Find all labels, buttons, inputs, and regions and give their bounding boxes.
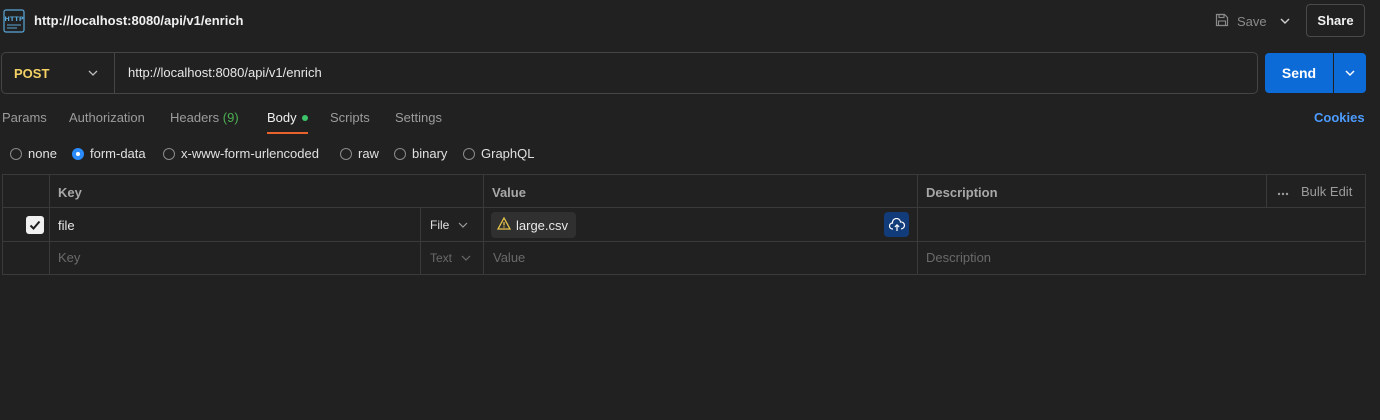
svg-text:HTTP: HTTP: [4, 15, 23, 23]
save-button[interactable]: Save: [1214, 10, 1267, 32]
cookies-link[interactable]: Cookies: [1314, 110, 1365, 125]
radio-label: raw: [358, 146, 379, 161]
radio-graphql[interactable]: GraphQL: [463, 146, 534, 161]
tab-headers[interactable]: Headers (9): [170, 110, 239, 134]
url-input[interactable]: http://localhost:8080/api/v1/enrich: [128, 65, 322, 80]
tab-settings[interactable]: Settings: [395, 110, 442, 134]
share-button[interactable]: Share: [1306, 4, 1365, 37]
radio-circle-selected: [72, 147, 84, 160]
upload-icon[interactable]: [884, 212, 909, 237]
header-key: Key: [58, 185, 82, 200]
request-title[interactable]: http://localhost:8080/api/v1/enrich: [34, 13, 244, 28]
radio-label: form-data: [90, 146, 146, 161]
file-chip[interactable]: large.csv: [491, 212, 577, 238]
radio-form-data[interactable]: form-data: [72, 146, 146, 161]
table-row: file File large.csv: [3, 208, 1365, 242]
value-input-placeholder[interactable]: Value: [493, 250, 525, 265]
request-tabs: Params Authorization Headers (9) Body Sc…: [2, 110, 1372, 136]
save-options-chevron-down-icon[interactable]: [1276, 12, 1294, 30]
radio-none[interactable]: none: [10, 146, 57, 161]
checkmark-icon: [29, 220, 41, 230]
tab-authorization[interactable]: Authorization: [69, 110, 145, 134]
http-icon: HTTP: [3, 9, 25, 33]
radio-circle: [10, 147, 22, 160]
description-input-placeholder[interactable]: Description: [926, 250, 991, 265]
bulk-edit-area: Bulk Edit: [1267, 184, 1352, 199]
type-divider: [420, 242, 421, 274]
more-options-icon[interactable]: [1277, 184, 1289, 199]
radio-circle: [463, 147, 475, 160]
table-row-placeholder: Key Text Value Description: [3, 242, 1365, 274]
header-description: Description: [926, 185, 998, 200]
tab-headers-label: Headers: [170, 110, 220, 125]
radio-circle: [163, 147, 175, 160]
body-active-dot: [301, 114, 308, 121]
radio-label: binary: [412, 146, 448, 161]
method-chevron-down-icon[interactable]: [86, 66, 100, 80]
key-cell[interactable]: file: [58, 218, 75, 233]
radio-binary[interactable]: binary: [394, 146, 447, 161]
form-data-table: Key Value Description Bulk Edit file Fil…: [2, 174, 1366, 275]
key-input-placeholder[interactable]: Key: [58, 250, 80, 265]
warning-icon: [496, 216, 512, 233]
type-label: Text: [430, 251, 453, 265]
chevron-down-icon: [461, 255, 471, 261]
method-select[interactable]: POST: [14, 66, 49, 81]
tab-scripts[interactable]: Scripts: [330, 110, 370, 134]
radio-circle: [394, 147, 406, 160]
url-bar: POST http://localhost:8080/api/v1/enrich: [1, 52, 1258, 94]
headers-count-badge: (9): [222, 110, 239, 125]
radio-circle: [340, 147, 352, 160]
save-icon: [1214, 12, 1230, 31]
save-label: Save: [1237, 13, 1267, 29]
chevron-down-icon: [458, 222, 468, 228]
radio-label: x-www-form-urlencoded: [181, 146, 319, 161]
radio-x-www-form-urlencoded[interactable]: x-www-form-urlencoded: [163, 146, 319, 161]
url-divider: [114, 53, 115, 93]
row-enabled-checkbox[interactable]: [26, 216, 44, 234]
radio-label: GraphQL: [481, 146, 535, 161]
type-select[interactable]: File: [430, 218, 469, 232]
radio-label: none: [28, 146, 57, 161]
tab-body[interactable]: Body: [267, 110, 308, 134]
type-divider: [420, 208, 421, 241]
header-value: Value: [492, 185, 526, 200]
send-options-chevron-down-icon[interactable]: [1334, 53, 1366, 93]
send-button[interactable]: Send: [1265, 53, 1333, 93]
body-mode-radio-group: none form-data x-www-form-urlencoded raw…: [10, 146, 1370, 164]
top-bar: HTTP http://localhost:8080/api/v1/enrich…: [0, 0, 1380, 42]
type-select[interactable]: Text: [430, 251, 472, 265]
tab-body-label: Body: [267, 110, 297, 125]
type-label: File: [430, 218, 450, 232]
radio-raw[interactable]: raw: [340, 146, 379, 161]
bulk-edit-button[interactable]: Bulk Edit: [1301, 184, 1352, 199]
table-header-row: Key Value Description Bulk Edit: [3, 175, 1365, 208]
file-name: large.csv: [516, 217, 569, 233]
tab-params[interactable]: Params: [2, 110, 47, 134]
